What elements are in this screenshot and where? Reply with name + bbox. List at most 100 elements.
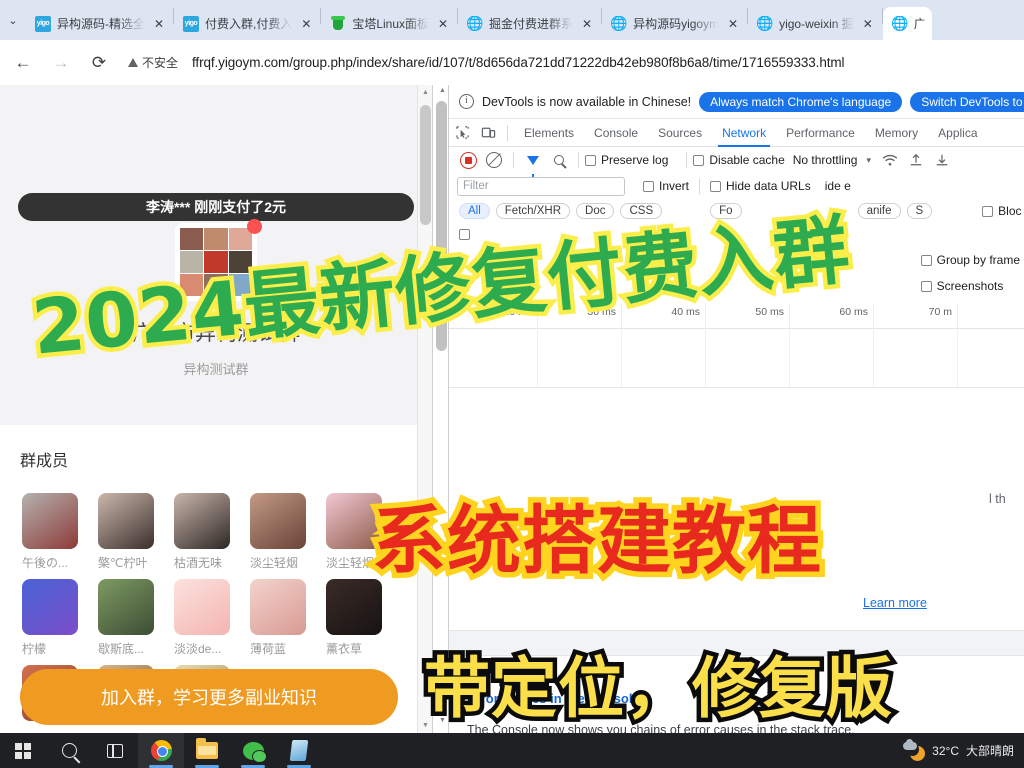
page-scrollbar[interactable]: ▲ ▼ <box>417 85 432 733</box>
hide-data-urls-checkbox[interactable]: Hide data URLs <box>710 179 811 193</box>
member-item[interactable]: 柠檬 <box>22 579 94 657</box>
checkbox-box[interactable] <box>920 254 932 266</box>
wifi-icon[interactable] <box>877 147 903 173</box>
browser-tab-4[interactable]: 🌐 异构源码yigoym ✕ <box>602 7 747 40</box>
member-item[interactable]: 薄荷蓝 <box>250 579 322 657</box>
tab-network[interactable]: Network <box>712 119 776 147</box>
weather-temperature[interactable]: 32°C <box>932 744 959 758</box>
member-item[interactable]: 淡淡de... <box>174 579 246 657</box>
tab-application[interactable]: Applica <box>928 119 987 147</box>
scroll-up-icon[interactable]: ▲ <box>438 87 447 99</box>
invert-checkbox[interactable]: Invert <box>643 179 689 193</box>
tab-performance[interactable]: Performance <box>776 119 865 147</box>
blue-app-button[interactable] <box>276 733 322 768</box>
tab-close-icon[interactable]: ✕ <box>579 16 595 32</box>
member-item[interactable]: 枯酒无味 <box>174 493 246 571</box>
viewport-scrollbar[interactable]: ▲ ▼ <box>435 85 448 733</box>
download-icon[interactable] <box>929 147 955 173</box>
member-item[interactable]: 午後の... <box>22 493 94 571</box>
file-explorer-button[interactable] <box>184 733 230 768</box>
disable-cache-checkbox[interactable]: Disable cache <box>693 153 785 167</box>
tab-memory[interactable]: Memory <box>865 119 928 147</box>
filter-input[interactable]: Filter <box>457 176 625 196</box>
throttling-select-value[interactable]: No throttling <box>793 153 858 167</box>
browser-tab-6-active[interactable]: 🌐 广 <box>882 7 932 40</box>
checkbox-box[interactable] <box>585 154 596 166</box>
reload-button[interactable]: ⟳ <box>84 48 114 78</box>
preserve-log-checkbox[interactable]: Preserve log <box>585 153 668 167</box>
browser-tab-5[interactable]: 🌐 yigo-weixin 掘 ✕ <box>748 7 882 40</box>
clear-network-log-button[interactable] <box>481 147 507 173</box>
chip-all[interactable]: All <box>459 203 490 219</box>
checkbox-box[interactable] <box>920 280 932 292</box>
group-by-frame-checkbox[interactable]: Group by frame <box>920 253 1020 267</box>
security-status-chip[interactable]: 不安全 <box>122 51 186 74</box>
avatar-tile <box>228 274 252 296</box>
tab-title: yigo-weixin 掘 <box>779 17 854 31</box>
screenshots-label: Screenshots <box>936 279 1004 293</box>
chip-css[interactable]: CSS <box>620 203 663 219</box>
upload-icon[interactable] <box>903 147 929 173</box>
address-bar[interactable]: 不安全 ffrqf.yigoym.com/group.php/index/sha… <box>122 48 1012 78</box>
join-group-button[interactable]: 加入群，学习更多副业知识 <box>20 669 398 725</box>
inspect-element-icon[interactable] <box>449 120 475 146</box>
tab-close-icon[interactable]: ✕ <box>435 16 451 32</box>
chip-fetch-xhr[interactable]: Fetch/XHR <box>495 203 571 219</box>
scrollbar-thumb[interactable] <box>436 101 447 351</box>
tab-list-chevron-icon[interactable]: ⌄ <box>0 0 26 40</box>
task-view-button[interactable] <box>92 733 138 768</box>
checkbox-box[interactable] <box>710 180 722 192</box>
record-button[interactable] <box>455 147 481 173</box>
tab-close-icon[interactable]: ✕ <box>151 16 167 32</box>
browser-viewport: 李涛*** 刚刚支付了2元 广州市异构测试群 异构测试群 群成员 午後の... … <box>0 85 1024 733</box>
blocked-responses-checkbox[interactable]: Bloc <box>982 204 1022 218</box>
member-item[interactable]: 檠℃柠叶 <box>98 493 170 571</box>
chevron-down-icon[interactable]: ▾ <box>866 155 871 166</box>
member-item[interactable]: 淡尘轻烟 <box>326 493 398 571</box>
chip-font[interactable]: Fo <box>710 203 742 219</box>
hide-extension-urls-label[interactable]: ide e <box>825 179 851 193</box>
tab-close-icon[interactable]: ✕ <box>725 16 741 32</box>
learn-more-link[interactable]: Learn more <box>863 596 927 610</box>
forward-button[interactable]: → <box>46 48 76 78</box>
start-button[interactable] <box>0 733 46 768</box>
switch-devtools-language-button[interactable]: Switch DevTools to C <box>910 91 1024 112</box>
devtools-splitter[interactable]: ▲ ▼ <box>432 85 449 733</box>
browser-tab-3[interactable]: 🌐 掘金付费进群系 ✕ <box>458 7 601 40</box>
member-item[interactable]: 淡尘轻烟 <box>250 493 322 571</box>
scroll-down-icon[interactable]: ▼ <box>418 718 432 733</box>
scrollbar-thumb[interactable] <box>420 105 431 225</box>
scroll-up-icon[interactable]: ▲ <box>418 85 432 100</box>
device-toolbar-icon[interactable] <box>475 120 501 146</box>
tab-close-icon[interactable]: ✕ <box>860 16 876 32</box>
chip-manifest[interactable]: anife <box>857 203 901 219</box>
checkbox-box[interactable] <box>693 154 705 166</box>
network-timeline-ruler: 20 ms 30 ms 40 ms 50 ms 60 ms 70 m <box>449 303 1024 329</box>
chrome-button[interactable] <box>138 733 184 768</box>
tab-console[interactable]: Console <box>584 119 648 147</box>
member-item[interactable]: 歇斯底... <box>98 579 170 657</box>
weather-description[interactable]: 大部晴朗 <box>966 742 1014 759</box>
browser-tab-0[interactable]: yigo 异构源码-精选全 ✕ <box>26 7 173 40</box>
chip-ws[interactable]: S <box>906 203 933 219</box>
wechat-button[interactable] <box>230 733 276 768</box>
screenshots-checkbox[interactable]: Screenshots <box>920 279 1020 293</box>
tab-sources[interactable]: Sources <box>648 119 712 147</box>
checkbox-box[interactable] <box>982 205 994 217</box>
browser-tab-1[interactable]: yigo 付费入群,付费入 ✕ <box>174 7 320 40</box>
scroll-down-icon[interactable]: ▼ <box>438 717 447 729</box>
search-button[interactable] <box>46 733 92 768</box>
big-request-rows-checkbox[interactable] <box>459 228 470 240</box>
search-icon[interactable] <box>546 147 572 173</box>
filter-icon[interactable] <box>520 147 546 178</box>
chip-doc[interactable]: Doc <box>576 203 615 219</box>
yigo-favicon-icon: yigo <box>35 15 51 32</box>
tab-elements[interactable]: Elements <box>514 119 584 147</box>
checkbox-box[interactable] <box>459 228 470 240</box>
member-item[interactable]: 薰衣草 <box>326 579 398 657</box>
tab-close-icon[interactable]: ✕ <box>298 16 314 32</box>
browser-tab-2[interactable]: 宝塔Linux面板 ✕ <box>321 7 457 40</box>
always-match-language-button[interactable]: Always match Chrome's language <box>699 91 903 112</box>
back-button[interactable]: ← <box>8 48 38 78</box>
checkbox-box[interactable] <box>643 180 654 192</box>
